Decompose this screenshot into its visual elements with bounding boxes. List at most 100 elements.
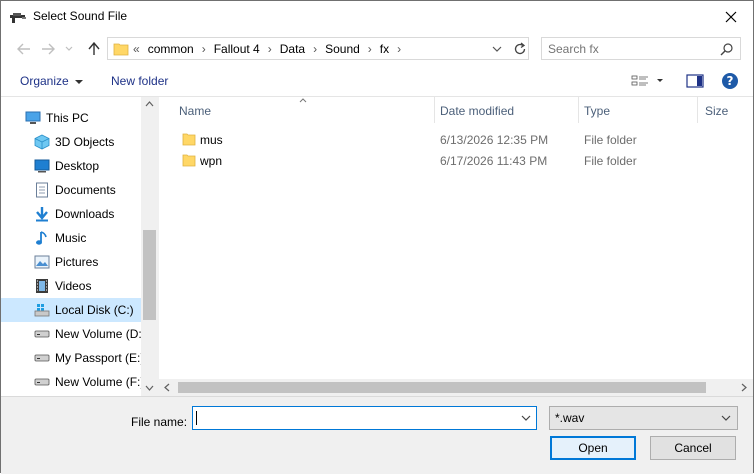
breadcrumb-fx[interactable]: fx <box>380 42 389 56</box>
table-row[interactable]: mus 6/13/2026 12:35 PM File folder <box>159 129 753 150</box>
drive-icon <box>34 326 50 342</box>
search-box[interactable] <box>541 37 741 60</box>
svg-text:?: ? <box>727 74 734 88</box>
breadcrumb-separator[interactable]: › <box>202 42 206 56</box>
sidebar-item-my-passport-e[interactable]: My Passport (E:) <box>1 346 141 370</box>
file-type: File folder <box>584 154 637 168</box>
sidebar-item-label: My Passport (E:) <box>55 351 141 365</box>
forward-arrow-icon <box>42 43 55 55</box>
file-name-history-button[interactable] <box>521 412 531 427</box>
back-button[interactable] <box>15 40 33 58</box>
column-header-name[interactable]: Name <box>179 104 211 118</box>
sidebar-item-new-volume-d[interactable]: New Volume (D: <box>1 322 141 346</box>
film-icon <box>34 278 50 294</box>
column-divider[interactable] <box>697 97 698 123</box>
file-name-label-text: File name: <box>131 415 188 429</box>
breadcrumb-fallout-4[interactable]: Fallout 4 <box>214 42 260 56</box>
sidebar-item-label: New Volume (F:) <box>55 375 141 389</box>
select-sound-file-dialog: Select Sound File « common › Fallout 4 ›… <box>0 0 754 474</box>
organize-button[interactable]: Organize <box>20 74 83 88</box>
sidebar-item-videos[interactable]: Videos <box>1 274 141 298</box>
sidebar-item-3d-objects[interactable]: 3D Objects <box>1 130 141 154</box>
navigation-pane-scroll-thumb[interactable] <box>143 230 156 320</box>
recent-locations-button[interactable] <box>63 40 75 58</box>
sidebar-item-label: Desktop <box>55 159 100 173</box>
sidebar-item-label: Downloads <box>55 207 115 221</box>
preview-pane-icon <box>686 74 704 88</box>
table-row[interactable]: wpn 6/17/2026 11:43 PM File folder <box>159 150 753 171</box>
sidebar-item-pictures[interactable]: Pictures <box>1 250 141 274</box>
address-bar[interactable]: « common › Fallout 4 › Data › Sound › fx… <box>107 37 529 60</box>
open-button[interactable]: Open <box>550 436 636 460</box>
scroll-down-icon[interactable] <box>145 385 154 391</box>
chevron-down-icon <box>74 79 83 84</box>
column-divider[interactable] <box>434 97 435 123</box>
new-folder-button[interactable]: New folder <box>111 74 168 88</box>
sidebar-item-label: Music <box>55 231 87 245</box>
sidebar-item-this-pc[interactable]: This PC <box>1 106 141 130</box>
breadcrumb-overflow[interactable]: « <box>133 42 140 56</box>
pictures-icon <box>34 254 50 270</box>
breadcrumb-separator[interactable]: › <box>368 42 372 56</box>
gun-icon <box>9 10 27 24</box>
sort-ascending-icon <box>299 98 307 103</box>
sidebar-item-label: Documents <box>55 183 116 197</box>
sidebar-item-label: This PC <box>46 111 89 125</box>
scroll-right-icon[interactable] <box>741 383 747 392</box>
title-bar: Select Sound File <box>1 1 753 32</box>
column-divider[interactable] <box>578 97 579 123</box>
chevron-down-icon <box>65 46 73 51</box>
file-date: 6/17/2026 11:43 PM <box>440 154 548 168</box>
breadcrumb-separator[interactable]: › <box>313 42 317 56</box>
chevron-down-icon <box>492 46 502 52</box>
breadcrumb-data[interactable]: Data <box>280 42 305 56</box>
navigation-bar: « common › Fallout 4 › Data › Sound › fx… <box>1 32 753 66</box>
command-toolbar: Organize New folder ? <box>1 66 753 97</box>
sidebar-item-label: Videos <box>55 279 92 293</box>
sidebar-item-new-volume-f[interactable]: New Volume (F:) <box>1 370 141 394</box>
scroll-up-icon[interactable] <box>145 101 154 107</box>
preview-pane-button[interactable] <box>686 73 704 92</box>
file-name-input[interactable] <box>192 406 537 430</box>
cancel-button[interactable]: Cancel <box>650 436 736 460</box>
file-list-scroll-thumb[interactable] <box>178 382 706 393</box>
view-options-button[interactable] <box>631 73 667 92</box>
file-name-label: File name: <box>131 415 187 429</box>
sidebar-item-desktop[interactable]: Desktop <box>1 154 141 178</box>
cube-icon <box>34 134 50 150</box>
column-header-type[interactable]: Type <box>584 104 610 118</box>
column-header-date-modified[interactable]: Date modified <box>440 104 514 118</box>
sidebar-item-documents[interactable]: Documents <box>1 178 141 202</box>
close-button[interactable] <box>709 1 753 32</box>
navigation-pane: This PC 3D Objects Desktop Documents Dow… <box>1 97 158 396</box>
refresh-icon <box>514 42 526 55</box>
breadcrumb: « common › Fallout 4 › Data › Sound › fx… <box>133 42 409 56</box>
details-view-icon <box>631 75 663 86</box>
breadcrumb-sound[interactable]: Sound <box>325 42 360 56</box>
download-arrow-icon <box>34 206 50 222</box>
file-type-filter-select[interactable]: *.wav <box>549 406 738 430</box>
open-button-label: Open <box>578 441 608 455</box>
refresh-button[interactable] <box>512 41 528 57</box>
up-button[interactable] <box>85 40 103 58</box>
breadcrumb-separator[interactable]: › <box>268 42 272 56</box>
sidebar-item-music[interactable]: Music <box>1 226 141 250</box>
sidebar-item-label: Local Disk (C:) <box>55 303 134 317</box>
address-history-button[interactable] <box>492 42 508 56</box>
desktop-icon <box>34 158 50 174</box>
forward-button[interactable] <box>39 40 57 58</box>
documents-icon <box>34 182 50 198</box>
column-header-size[interactable]: Size <box>705 104 728 118</box>
help-button[interactable]: ? <box>721 72 739 93</box>
file-type: File folder <box>584 133 637 147</box>
up-arrow-icon <box>88 42 100 55</box>
drive-icon <box>34 350 50 366</box>
sidebar-item-local-disk-c[interactable]: Local Disk (C:) <box>1 298 141 322</box>
sidebar-item-downloads[interactable]: Downloads <box>1 202 141 226</box>
breadcrumb-common[interactable]: common <box>148 42 194 56</box>
search-input[interactable] <box>548 41 708 57</box>
scroll-left-icon[interactable] <box>164 383 170 392</box>
cancel-button-label: Cancel <box>674 441 712 455</box>
drive-icon <box>34 374 50 390</box>
breadcrumb-separator[interactable]: › <box>397 42 401 56</box>
